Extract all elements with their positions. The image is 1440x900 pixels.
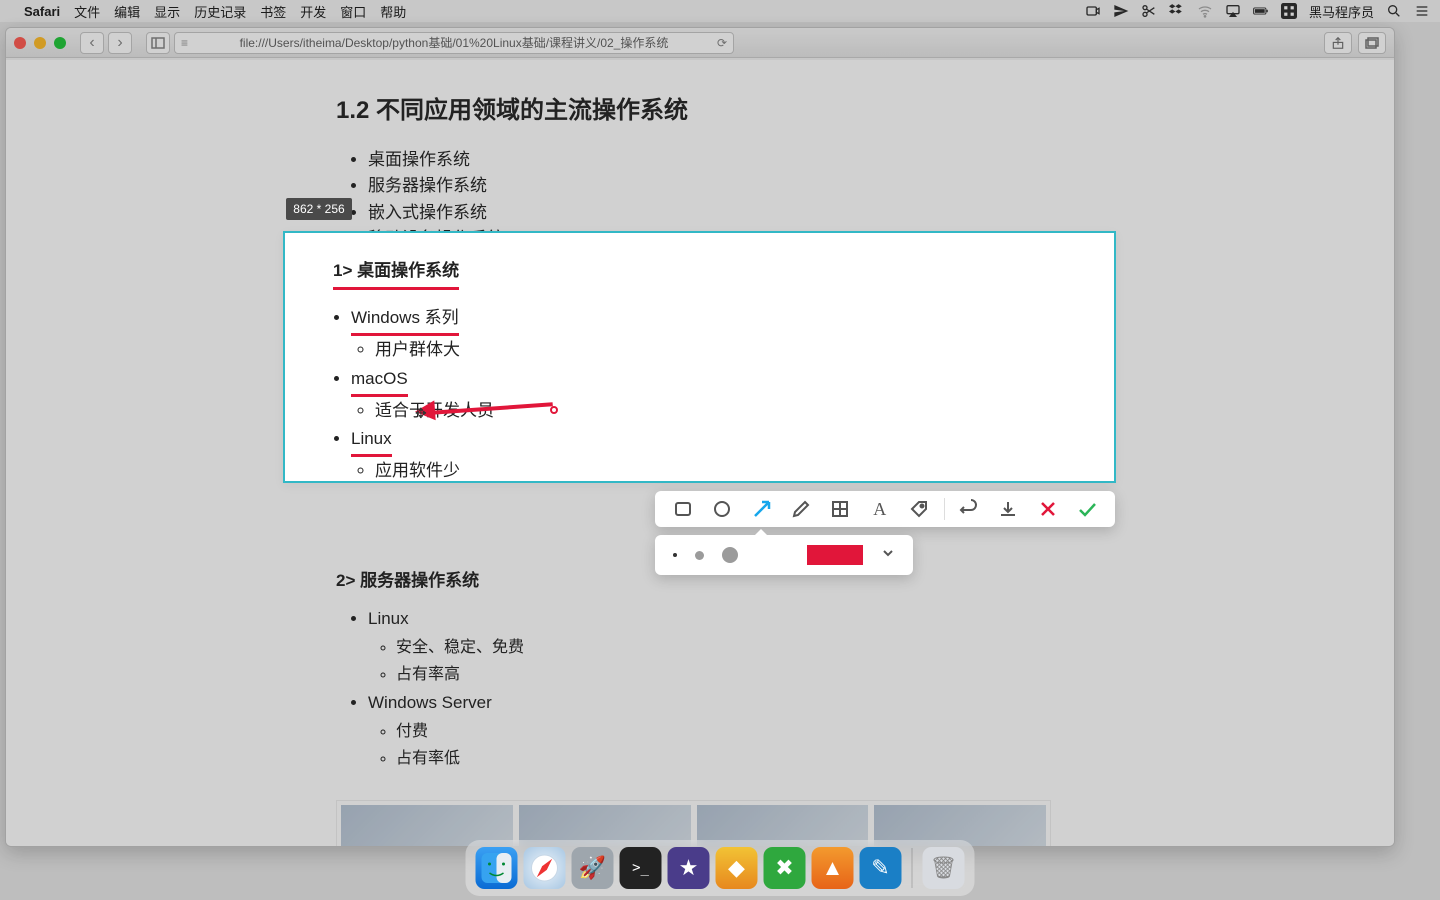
color-dropdown-icon[interactable]: [881, 546, 895, 565]
forward-button[interactable]: ›: [108, 32, 132, 54]
list-item: Windows 系列 用户群体大: [351, 304, 1066, 365]
dock-launchpad[interactable]: 🚀: [572, 847, 614, 889]
selection-size-tag: 862 * 256: [286, 198, 352, 220]
menu-bookmarks[interactable]: 书签: [260, 2, 286, 21]
list-item: 占有率高: [396, 661, 1076, 688]
list-item: macOS 适合于开发人员: [351, 365, 1066, 426]
list-item: 服务器操作系统: [368, 173, 1076, 199]
move-cursor-icon: ✥: [415, 405, 427, 422]
minimize-window-button[interactable]: [34, 37, 46, 49]
address-bar[interactable]: ≡ file:///Users/itheima/Desktop/python基础…: [174, 32, 734, 54]
stroke-size-small[interactable]: [673, 553, 677, 557]
annotation-subtoolbar: [655, 535, 913, 575]
status-wifi-icon[interactable]: [1197, 3, 1213, 19]
sec2-list: Linux 安全、稳定、免费 占有率高 Windows Server 付费 占有…: [368, 605, 1076, 772]
url-text: file:///Users/itheima/Desktop/python基础/0…: [240, 34, 669, 51]
list-item: 应用软件少: [375, 457, 1066, 486]
list-item: Linux 安全、稳定、免费 占有率高: [368, 605, 1076, 688]
stroke-color-swatch[interactable]: [807, 545, 863, 565]
macos-menubar: Safari 文件 编辑 显示 历史记录 书签 开发 窗口 帮助 黑马程序员: [0, 0, 1440, 22]
tool-pencil[interactable]: [786, 494, 816, 524]
list-item: 安全、稳定、免费: [396, 634, 1076, 661]
dock-finder[interactable]: [476, 847, 518, 889]
dock-terminal[interactable]: >_: [620, 847, 662, 889]
menu-list-icon[interactable]: [1414, 3, 1430, 19]
status-user-label[interactable]: 黑马程序员: [1309, 2, 1374, 21]
list-item: Windows Server 付费 占有率低: [368, 689, 1076, 772]
close-window-button[interactable]: [14, 37, 26, 49]
status-input-icon[interactable]: [1281, 3, 1297, 19]
status-send-icon[interactable]: [1113, 3, 1129, 19]
sec1-content: 1> 桌面操作系统 Windows 系列 用户群体大 macOS 适合于开发人员…: [285, 233, 1114, 510]
dock-imovie[interactable]: ★: [668, 847, 710, 889]
dock: 🚀 >_ ★ ◆ ✖ ▲ ✎ 🗑: [466, 840, 975, 896]
dock-vlc[interactable]: ▲: [812, 847, 854, 889]
heading-1-2: 1.2 不同应用领域的主流操作系统: [336, 90, 1076, 125]
tool-rectangle[interactable]: [668, 494, 698, 524]
screenshot-selection[interactable]: 1> 桌面操作系统 Windows 系列 用户群体大 macOS 适合于开发人员…: [283, 231, 1116, 483]
menu-window[interactable]: 窗口: [340, 2, 366, 21]
stroke-size-large[interactable]: [722, 547, 738, 563]
tabs-button[interactable]: [1358, 32, 1386, 54]
menu-edit[interactable]: 编辑: [114, 2, 140, 21]
list-item: 桌面操作系统: [368, 147, 1076, 173]
tool-confirm[interactable]: [1072, 494, 1102, 524]
stroke-size-medium[interactable]: [695, 551, 704, 560]
menu-help[interactable]: 帮助: [380, 2, 406, 21]
reload-icon[interactable]: ⟳: [717, 36, 727, 50]
list-item: 嵌入式操作系统: [368, 200, 1076, 226]
status-airplay-icon[interactable]: [1225, 3, 1241, 19]
tool-cancel[interactable]: [1033, 494, 1063, 524]
tool-circle[interactable]: [707, 494, 737, 524]
menu-file[interactable]: 文件: [74, 2, 100, 21]
status-record-icon[interactable]: [1085, 3, 1101, 19]
window-controls: [14, 37, 66, 49]
list-item: 适合于开发人员: [375, 397, 1066, 426]
menu-develop[interactable]: 开发: [300, 2, 326, 21]
reader-icon[interactable]: ≡: [181, 36, 188, 50]
dock-trash[interactable]: 🗑: [923, 847, 965, 889]
safari-toolbar: ‹ › ≡ file:///Users/itheima/Desktop/pyth…: [6, 28, 1394, 58]
back-button[interactable]: ‹: [80, 32, 104, 54]
status-dropbox-icon[interactable]: [1169, 3, 1185, 19]
spotlight-icon[interactable]: [1386, 3, 1402, 19]
app-name[interactable]: Safari: [24, 4, 60, 19]
status-scissors-icon[interactable]: [1141, 3, 1157, 19]
menu-history[interactable]: 历史记录: [194, 2, 246, 21]
fullscreen-window-button[interactable]: [54, 37, 66, 49]
sidebar-toggle-button[interactable]: [146, 32, 170, 54]
status-battery-icon[interactable]: [1253, 3, 1269, 19]
share-button[interactable]: [1324, 32, 1352, 54]
tool-arrow[interactable]: [747, 494, 777, 524]
tool-text[interactable]: A: [865, 494, 895, 524]
annotation-toolbar: A: [655, 491, 1115, 527]
dock-safari[interactable]: [524, 847, 566, 889]
dock-app-3[interactable]: ✎: [860, 847, 902, 889]
list-item: 占有率低: [396, 745, 1076, 772]
list-item: 付费: [396, 718, 1076, 745]
menu-view[interactable]: 显示: [154, 2, 180, 21]
tool-save[interactable]: [993, 494, 1023, 524]
list-item: 用户群体大: [375, 336, 1066, 365]
tool-mosaic[interactable]: [825, 494, 855, 524]
tool-tag[interactable]: [904, 494, 934, 524]
heading-sec1: 1> 桌面操作系统: [333, 257, 459, 290]
list-item: Linux 应用软件少: [351, 425, 1066, 486]
dock-app-2[interactable]: ✖: [764, 847, 806, 889]
tool-undo[interactable]: [954, 494, 984, 524]
dock-app-1[interactable]: ◆: [716, 847, 758, 889]
